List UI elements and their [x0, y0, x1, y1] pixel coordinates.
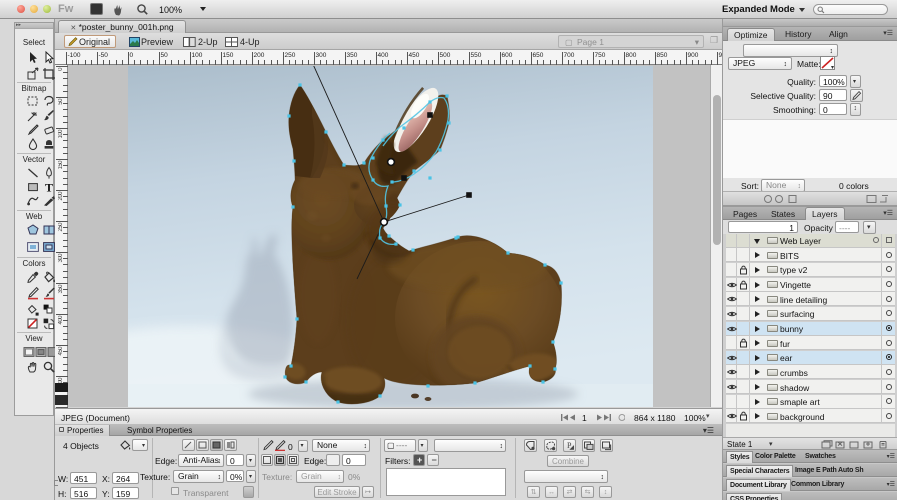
svg-text:T: T — [45, 181, 53, 194]
